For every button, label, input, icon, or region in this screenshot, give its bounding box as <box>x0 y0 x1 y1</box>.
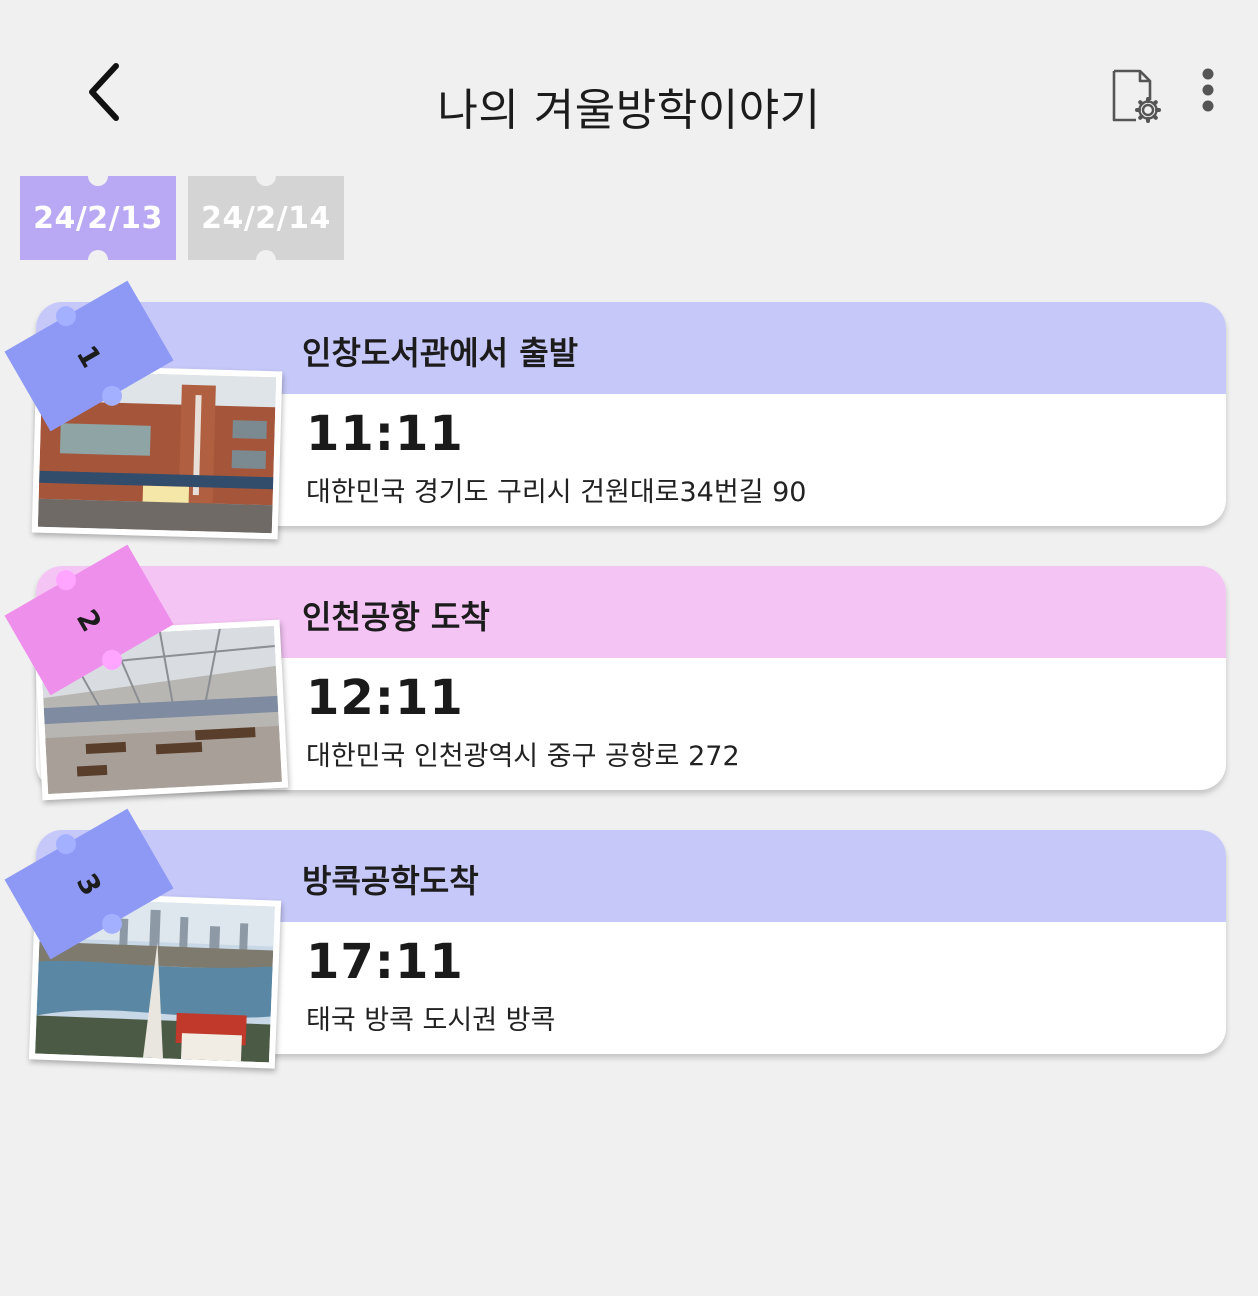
card-time: 17:11 <box>306 934 464 990</box>
card-address: 대한민국 경기도 구리시 건원대로34번길 90 <box>306 477 807 508</box>
ticket-number: 3 <box>69 867 109 901</box>
card-address: 대한민국 인천광역시 중구 공항로 272 <box>306 741 740 772</box>
date-tabs: 24/2/13 24/2/14 <box>20 166 344 270</box>
card-title: 인창도서관에서 출발 <box>302 334 579 372</box>
card-title: 인천공항 도착 <box>302 598 490 636</box>
itinerary-screen: 나의 겨울방학이야기 24/2/13 24/2/14 인창도서관에서 출발 11… <box>0 0 1258 1296</box>
more-vertical-icon <box>1202 68 1214 112</box>
card-address: 태국 방콕 도시권 방콕 <box>306 1005 556 1036</box>
card-time: 11:11 <box>306 406 464 462</box>
more-options-button[interactable] <box>1188 64 1228 116</box>
card-time: 12:11 <box>306 670 464 726</box>
ticket-number: 1 <box>69 339 109 373</box>
ticket-number: 2 <box>69 603 109 637</box>
card-title: 방콕공학도착 <box>302 862 479 900</box>
date-tab-1[interactable]: 24/2/13 <box>20 166 176 270</box>
date-tab-2[interactable]: 24/2/14 <box>188 166 344 270</box>
document-settings-icon <box>1112 69 1161 123</box>
page-title: 나의 겨울방학이야기 <box>437 85 821 136</box>
document-settings-button[interactable] <box>1106 66 1166 126</box>
